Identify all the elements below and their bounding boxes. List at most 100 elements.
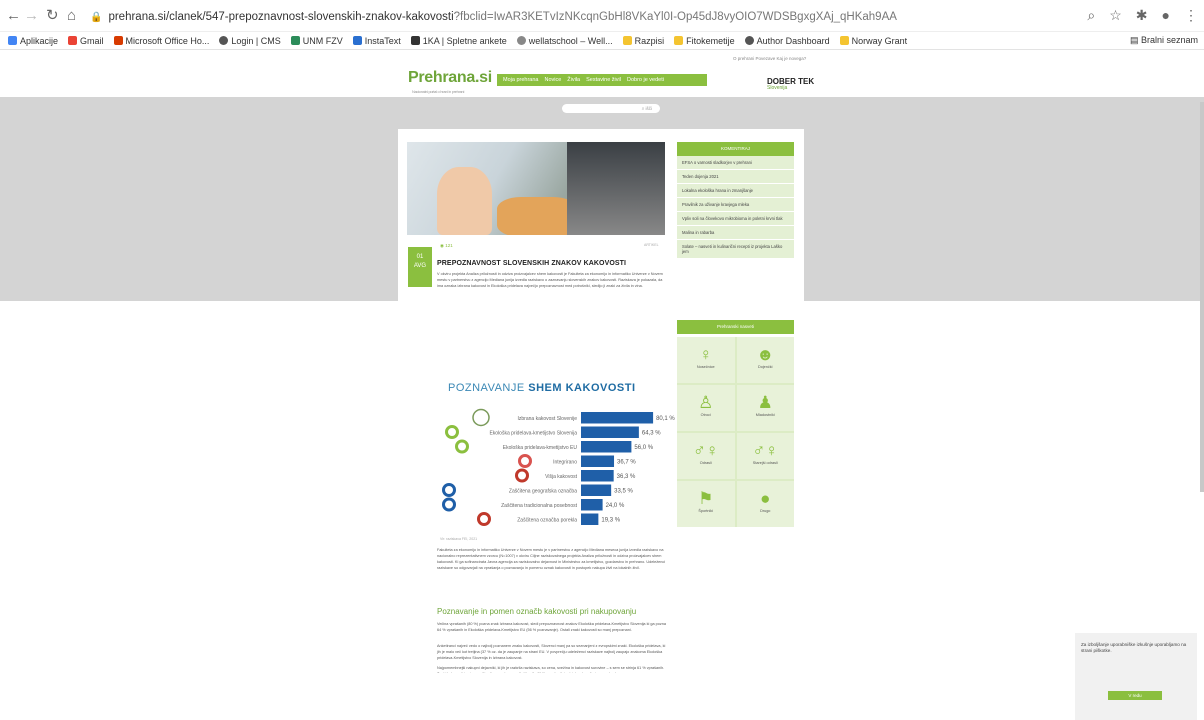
chart-value-label: 36,3 % [617,474,636,480]
google-icon [68,36,78,45]
reload-icon[interactable]: ↻ [46,8,59,24]
group-dojencki[interactable]: ☻ Dojenčki [736,337,794,383]
chart-bar [581,499,603,511]
date-badge: 01 AVG [408,247,432,287]
cookie-banner: Za izboljšanje uporabniške izkušnje upor… [1075,633,1197,720]
menu-icon[interactable]: ⋮ [1184,7,1198,24]
sidebar-news-item[interactable]: Malina in rabarba [677,226,794,240]
bookmark-wellatschool[interactable]: wellatschool – Well... [516,36,613,46]
extensions-icon[interactable]: ✱ [1136,7,1148,24]
sidebar-news-item[interactable]: Solate – nasveti in kulinarični recepti … [677,240,794,259]
group-nosecnice[interactable]: ♀ Nosečnice [677,337,735,383]
child-icon: ♙ [698,393,714,412]
chart-bar [581,455,615,467]
zoom-icon[interactable]: ⌕ [1087,7,1095,24]
quality-logo-icon [442,483,456,497]
article-title: PREPOZNAVNOST SLOVENSKIH ZNAKOV KAKOVOST… [437,260,627,267]
quality-logo-icon [518,454,532,468]
reading-list-icon: ▤ [1129,35,1141,45]
nav-moja-prehrana[interactable]: Moja prehrana [503,77,538,83]
chart-bar [581,412,654,424]
adults-icon: ♂♀ [693,441,719,460]
bookmark-razpisi[interactable]: Razpisi [622,36,664,46]
cookie-text: Za izboljšanje uporabniške izkušnje upor… [1081,642,1187,653]
reading-list-button[interactable]: ▤ Bralni seznam [1130,35,1198,46]
bookmark-star-icon[interactable]: ☆ [1109,7,1122,24]
quality-logo-icon [477,512,491,526]
chart-bar [581,484,612,496]
globe-icon [744,36,754,45]
folder-icon [622,36,632,45]
scrollbar[interactable] [1200,102,1204,492]
search-input[interactable]: ⌕ išči [562,104,660,113]
group-drugo[interactable]: ● Drugo [736,481,794,527]
sidebar-news-item[interactable]: Lokalna ekološka hrana in zmanjšanje [677,184,794,198]
partner-logo[interactable]: DOBER TEK Slovenija [767,78,814,92]
article-body-2: Večina vprašanih (80 %) pozna znak Izbra… [437,622,666,632]
bookmark-apps[interactable]: Aplikacije [8,36,58,46]
bookmark-office[interactable]: Microsoft Office Ho... [113,36,209,46]
sidebar: KOMENTIRAJ EFSA o varnosti sladkorjev v … [677,142,794,673]
back-icon[interactable]: ← [6,8,21,24]
quality-logo-icon [515,468,529,483]
bookmarks-bar: Aplikacije Gmail Microsoft Office Ho... … [0,32,1204,50]
address-bar[interactable]: 🔒 prehrana.si/clanek/547-prepoznavnost-sl… [90,11,1090,29]
chart-value-label: 19,3 % [601,518,620,524]
nav-dobro-je-vedeti[interactable]: Dobro je vedeti [627,77,664,83]
group-sportniki[interactable]: ⚑ Športniki [677,481,735,527]
nav-novice[interactable]: Novice [544,77,561,83]
1ka-icon [410,36,420,45]
bookmark-author-dashboard[interactable]: Author Dashboard [744,36,830,46]
article-hero-image [407,142,665,235]
site-logo[interactable]: Prehrana.si Nacionalni portal o hrani in … [408,69,492,94]
article-meta: ARTIKEL [644,243,659,247]
runner-icon: ⚑ [698,489,714,508]
main-nav: Moja prehrana Novice Živila Sestavine ži… [497,74,707,86]
group-odrasli[interactable]: ♂♀ Odrasli [677,433,735,479]
forward-icon[interactable]: → [24,8,39,24]
nav-sestavine[interactable]: Sestavine živil [586,77,621,83]
baby-icon: ☻ [756,345,775,364]
apps-icon [8,36,17,45]
office-icon [113,36,123,45]
chart-value-label: 33,5 % [614,489,633,495]
chart-title: POZNAVANJE SHEM KAKOVOSTI [448,382,636,394]
wellatschool-icon [516,36,526,45]
quality-logo-icon [442,497,456,512]
article-card: 01 AVG ◉ 121 ARTIKEL PREPOZNAVNOST SLOVE… [398,129,804,673]
group-starejsi[interactable]: ♂♀ Starejši odrasli [736,433,794,479]
bookmark-1ka[interactable]: 1KA | Spletne ankete [410,36,507,46]
nav-zivila[interactable]: Živila [567,77,580,83]
article-body-4: Najpomembnejši nakupni dejavniki, ki jih… [437,666,665,673]
bookmark-login-cms[interactable]: Login | CMS [219,36,281,46]
group-mladostniki[interactable]: ♟ Mladostniki [736,385,794,431]
chart-category-label: Ekološka pridelava-kmetijstvo Slovenija [489,431,577,437]
bookmark-norway-grant[interactable]: Norway Grant [839,36,907,46]
bookmark-instatext[interactable]: InstaText [352,36,401,46]
article-body-3: Anketiranci največ vedo o najbolj poznan… [437,644,666,660]
bookmark-fitokemetije[interactable]: Fitokemetije [674,36,735,46]
top-links[interactable]: O prehrani Povezave Kaj je novega? [733,56,806,61]
quality-logo-icon [472,408,490,427]
globe-icon [219,36,229,45]
group-otroci[interactable]: ♙ Otroci [677,385,735,431]
chart-category-label: Višja kakovost [545,474,577,480]
chart-source-note: Vir: raziskava FEI, 2021 [440,537,477,541]
teen-icon: ♟ [757,393,773,412]
chart-value-label: 24,0 % [606,503,625,509]
profile-avatar[interactable]: ● [1162,7,1170,24]
chart-value-label: 56,0 % [634,445,653,451]
sidebar-news-item[interactable]: Vpliv soli na človekovo mikrobioma in po… [677,212,794,226]
bookmark-gmail[interactable]: Gmail [68,36,104,46]
sidebar-news-item[interactable]: Teden dojenja 2021 [677,170,794,184]
folder-icon [674,36,684,45]
cookie-accept-button[interactable]: V redu [1108,691,1162,700]
bookmark-unm-fzv[interactable]: UNM FZV [290,36,343,46]
chart-bar [581,470,614,482]
sidebar-news-item[interactable]: EFSA o varnosti sladkorjev v prehrani [677,156,794,170]
chart-category-label: Integrirano [553,460,577,466]
chart-bar [581,426,639,438]
sidebar-news-item[interactable]: Pravilnik za uživanje kravjega mleka [677,198,794,212]
home-icon[interactable]: ⌂ [67,8,76,24]
chart-value-label: 64,3 % [642,431,661,437]
